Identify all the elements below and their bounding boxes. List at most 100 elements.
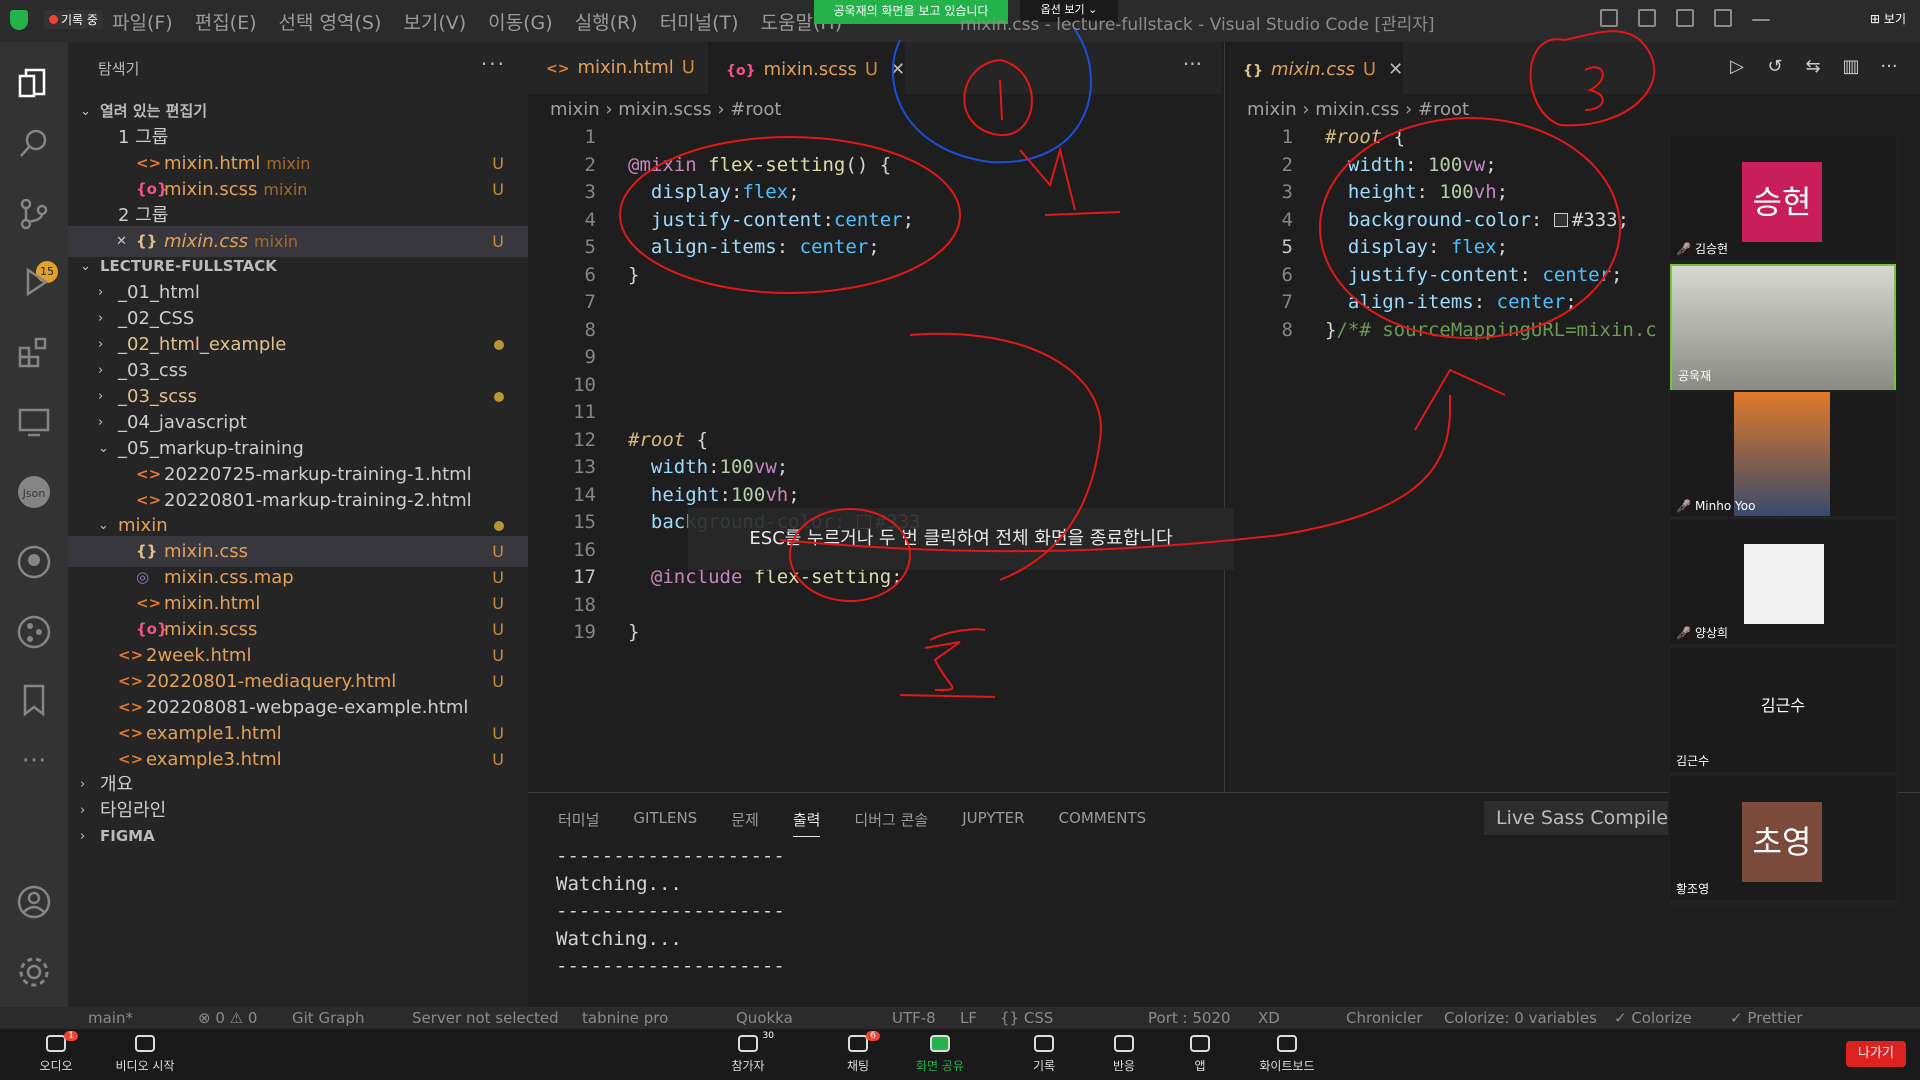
run-debug-icon[interactable] [14, 262, 54, 302]
github-icon[interactable] [14, 542, 54, 582]
code-token: ; [1485, 153, 1497, 176]
menu-item[interactable]: 실행(R) [575, 8, 638, 35]
menu-item[interactable]: 선택 영역(S) [279, 8, 382, 35]
participant-tile[interactable]: 공욱재 [1670, 264, 1896, 390]
gear-icon[interactable] [14, 952, 54, 992]
count-badge: 30 [762, 1031, 774, 1041]
menu-item[interactable]: 보기(V) [403, 8, 466, 35]
bookmark-icon[interactable] [14, 680, 54, 720]
account-icon[interactable] [14, 882, 54, 922]
output-channel-select[interactable]: Live Sass Compile [1484, 801, 1696, 835]
zoom-view-button[interactable]: ⊞ 보기 [1870, 10, 1906, 27]
json-icon[interactable]: Json [14, 472, 54, 512]
panel-tab[interactable]: GITLENS [633, 809, 697, 837]
breadcrumb-item[interactable]: mixin [1247, 99, 1297, 120]
recording-indicator[interactable]: 기록 중 [44, 10, 103, 29]
status-item[interactable]: Quokka [736, 1009, 793, 1027]
participant-tile[interactable]: 🎤̸ Minho Yoo [1670, 392, 1896, 518]
panel-tab[interactable]: 출력 [792, 809, 821, 837]
code-token: { [685, 428, 709, 451]
close-icon[interactable]: ✕ [1388, 59, 1403, 80]
explorer-more-icon[interactable]: ··· [481, 52, 506, 76]
gitlens-icon[interactable] [14, 612, 54, 652]
status-item[interactable]: XD [1258, 1009, 1280, 1027]
status-item[interactable]: main* [88, 1009, 133, 1027]
status-item[interactable]: Colorize: 0 variables [1444, 1009, 1597, 1027]
panel-tab[interactable]: 디버그 콘솔 [854, 809, 928, 837]
source-control-icon[interactable] [14, 194, 54, 234]
color-swatch[interactable] [1553, 212, 1568, 227]
panel-tab[interactable]: 터미널 [558, 809, 599, 837]
status-item[interactable]: tabnine pro [582, 1009, 668, 1027]
compare-icon[interactable]: ⇆ [1802, 56, 1824, 78]
svg-text:Json: Json [22, 487, 46, 500]
toolbar-item[interactable]: 앱 [1170, 1033, 1230, 1074]
toggle-sidebar-icon[interactable] [1600, 9, 1618, 27]
close-icon[interactable]: ✕ [890, 59, 905, 80]
status-item[interactable]: LF [960, 1009, 977, 1027]
toolbar-item[interactable]: 기록 [1014, 1033, 1074, 1074]
status-item[interactable]: Git Graph [292, 1009, 364, 1027]
breadcrumb-item[interactable]: mixin.css [1315, 99, 1399, 120]
toggle-panel-icon[interactable] [1638, 9, 1656, 27]
editor-more-icon[interactable]: ··· [1878, 56, 1900, 78]
panel-tab[interactable]: JUPYTER [962, 809, 1024, 837]
line-number: 15 [573, 511, 596, 533]
tree-row[interactable]: › FIGMA [68, 821, 528, 852]
menu-item[interactable]: 편집(E) [195, 8, 257, 35]
toolbar-item[interactable]: 화면 공유 [910, 1033, 970, 1074]
menu-item[interactable]: 터미널(T) [660, 8, 739, 35]
status-item[interactable]: Port : 5020 [1148, 1009, 1231, 1027]
breadcrumb-item[interactable]: mixin.scss [618, 99, 711, 120]
toolbar-item[interactable]: 6 채팅 [828, 1031, 888, 1074]
breadcrumb-item[interactable]: mixin [550, 99, 600, 120]
editor-more-icon[interactable]: ··· [1183, 52, 1202, 76]
code-token: 100 [719, 456, 754, 478]
code-token: @mixin [628, 153, 697, 176]
participant-tile[interactable]: 초영 황조영 [1670, 776, 1896, 902]
status-item[interactable]: ⊗ 0 ⚠ 0 [198, 1009, 257, 1027]
toolbar-item[interactable]: 30 참가자 [718, 1031, 778, 1074]
toolbar-item[interactable]: 비디오 시작 [100, 1033, 190, 1074]
toolbar-item[interactable]: 1 오디오 [26, 1031, 86, 1074]
status-item[interactable]: Chronicler [1346, 1009, 1422, 1027]
participant-tile[interactable]: 김근수 김근수 [1670, 648, 1896, 774]
extensions-icon[interactable] [14, 332, 54, 372]
menu-item[interactable]: 파일(F) [112, 8, 173, 35]
menu-item[interactable]: 이동(G) [488, 8, 553, 35]
apps-icon [1188, 1033, 1212, 1055]
status-item[interactable]: ✓ Prettier [1730, 1009, 1803, 1027]
editor-tab[interactable]: {o} mixin.scss U ✕ [708, 42, 906, 94]
editor-tab[interactable]: {} mixin.css U ✕ [1225, 42, 1404, 94]
status-item[interactable]: UTF-8 [892, 1009, 936, 1027]
explorer-icon[interactable] [14, 62, 54, 102]
run-icon[interactable]: ▷ [1726, 56, 1748, 78]
toggle-secondary-sidebar-icon[interactable] [1676, 9, 1694, 27]
customize-layout-icon[interactable] [1714, 9, 1732, 27]
status-item[interactable]: Server not selected [412, 1009, 559, 1027]
participant-tile[interactable]: 🎤̸ 양상희 [1670, 520, 1896, 646]
status-item[interactable]: {} CSS [1000, 1009, 1053, 1027]
panel-tab[interactable]: COMMENTS [1059, 809, 1147, 837]
breadcrumb-item[interactable]: #root [1418, 99, 1469, 120]
breadcrumb-item[interactable]: #root [730, 99, 781, 120]
remote-explorer-icon[interactable] [14, 402, 54, 442]
toolbar-item[interactable]: 화이트보드 [1242, 1033, 1332, 1074]
search-icon[interactable] [14, 124, 54, 164]
participant-tile[interactable]: 승현 🎤̸ 김승현 [1670, 136, 1896, 262]
more-icon[interactable]: ··· [14, 746, 54, 786]
editor-tab[interactable]: <> mixin.html U [528, 42, 695, 94]
toolbar-item[interactable]: 반응 [1094, 1033, 1154, 1074]
code-token: #root [628, 428, 686, 451]
timeline-icon[interactable]: ↺ [1764, 56, 1786, 78]
status-item[interactable]: ✓ Colorize [1614, 1009, 1692, 1027]
leave-button[interactable]: 나가기 [1846, 1041, 1906, 1067]
split-editor-icon[interactable]: ▥ [1840, 56, 1862, 78]
code-token: /*# sourceMappingURL=mixin.c [1336, 318, 1657, 341]
panel-tab[interactable]: 문제 [731, 809, 759, 837]
breadcrumb-separator-icon: › [599, 99, 619, 120]
minimize-icon[interactable] [1752, 19, 1770, 21]
